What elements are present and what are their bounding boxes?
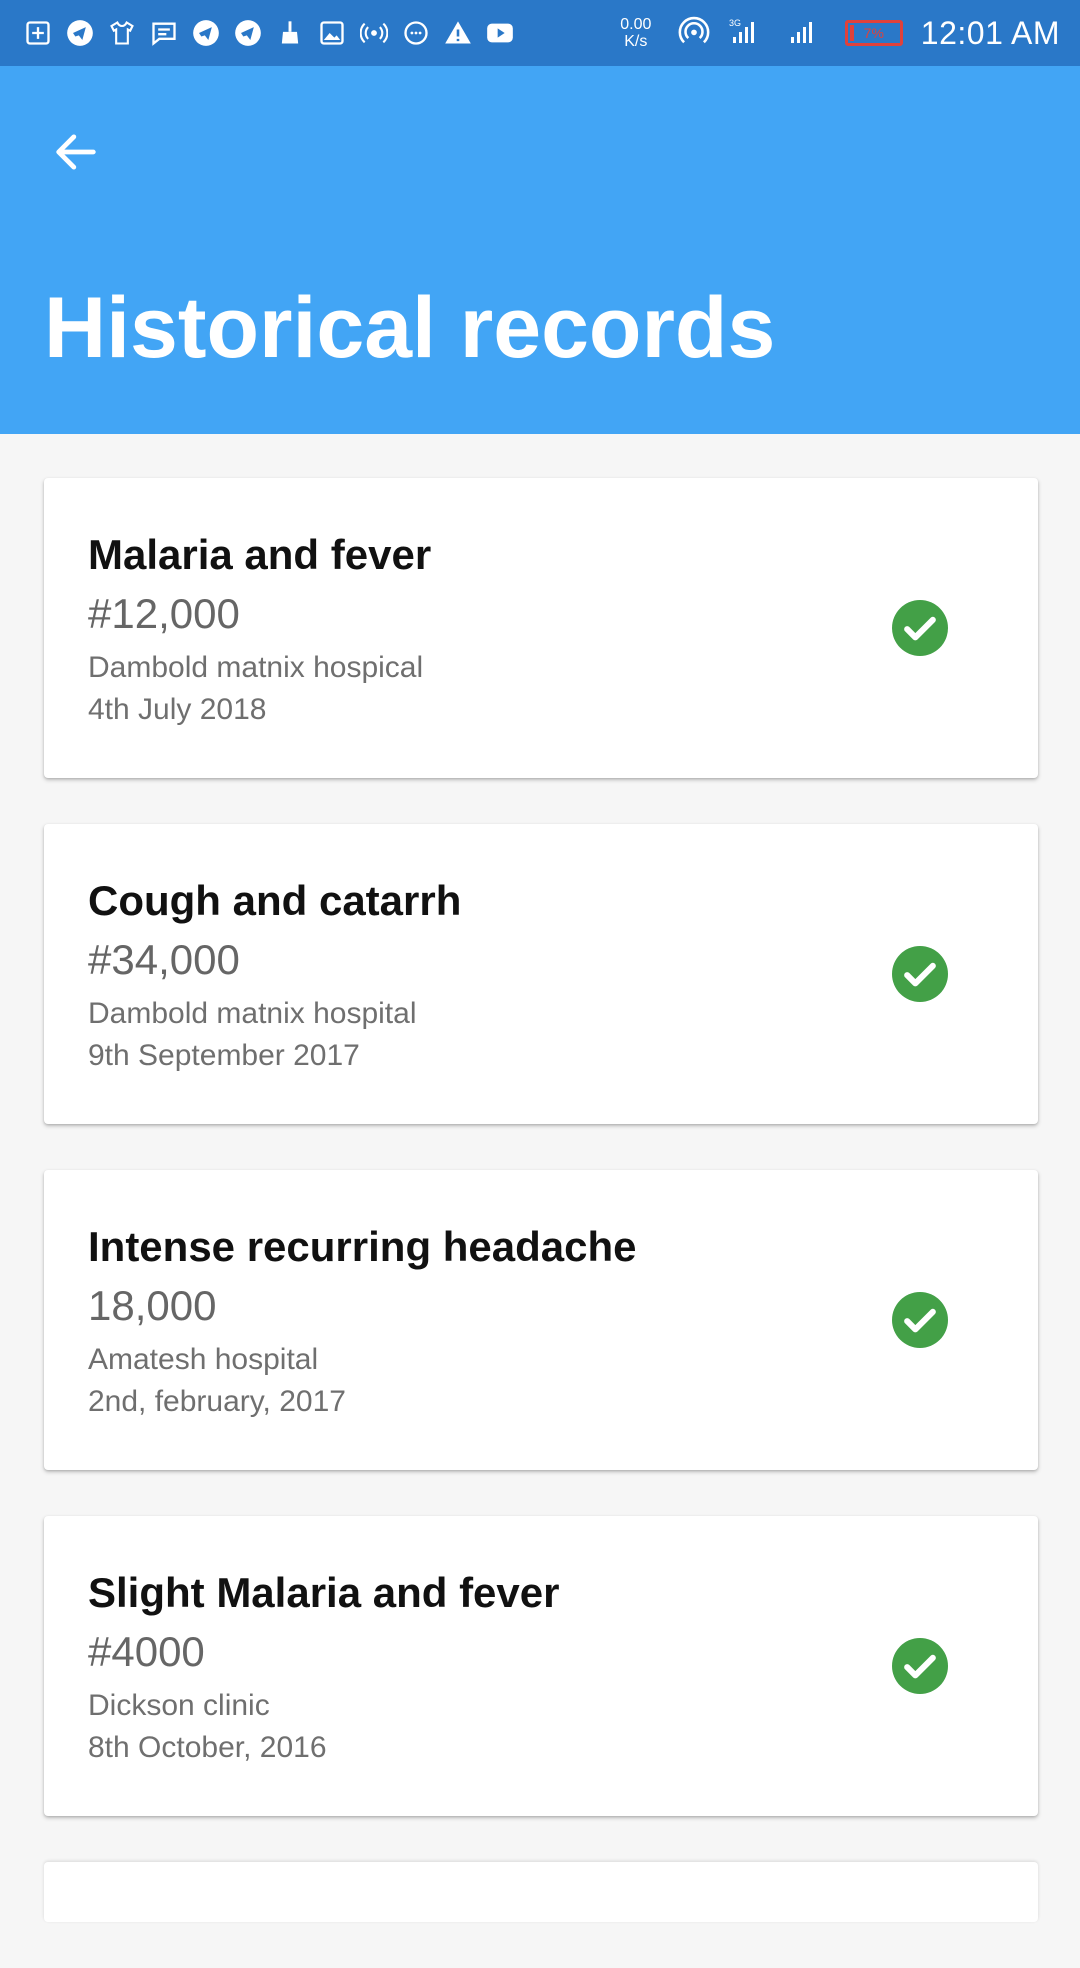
back-button[interactable] xyxy=(40,116,112,188)
record-date: 8th October, 2016 xyxy=(88,1731,327,1764)
network-speed: 0.00 K/s xyxy=(613,16,659,50)
check-circle-icon xyxy=(892,1638,948,1694)
record-card[interactable]: Slight Malaria and fever #4000 Dickson c… xyxy=(44,1516,1038,1816)
plus-box-icon xyxy=(24,19,52,47)
broom-icon xyxy=(276,19,304,47)
message-icon xyxy=(150,19,178,47)
record-date: 4th July 2018 xyxy=(88,693,267,726)
signal-icon: 3G xyxy=(729,17,769,50)
signal-icon xyxy=(787,17,827,50)
check-circle-icon xyxy=(892,946,948,1002)
battery-percent: 7% xyxy=(863,25,884,41)
record-title: Malaria and fever xyxy=(88,531,432,578)
telegram-icon xyxy=(192,19,220,47)
tshirt-icon xyxy=(108,19,136,47)
record-card[interactable]: Intense recurring headache 18,000 Amates… xyxy=(44,1170,1038,1470)
telegram-icon xyxy=(66,19,94,47)
battery-fill xyxy=(849,25,854,41)
notification-icons xyxy=(24,15,514,51)
network-type: 3G xyxy=(729,18,741,28)
system-status: 0.00 K/s 3G 7% 12:01 AM xyxy=(613,10,1060,56)
image-icon xyxy=(318,19,346,47)
youtube-icon xyxy=(486,19,514,47)
broadcast-icon xyxy=(360,19,388,47)
record-date: 9th September 2017 xyxy=(88,1039,360,1072)
record-title: Intense recurring headache xyxy=(88,1223,637,1270)
records-list: Malaria and fever #12,000 Dambold matnix… xyxy=(44,478,1038,1968)
arrow-back-icon xyxy=(56,134,96,170)
record-card-partial[interactable] xyxy=(44,1862,1038,1922)
record-card[interactable]: Cough and catarrh #34,000 Dambold matnix… xyxy=(44,824,1038,1124)
telegram-icon xyxy=(234,19,262,47)
chat-bubble-icon xyxy=(402,19,430,47)
network-speed-value: 0.00 xyxy=(620,16,652,33)
network-speed-unit: K/s xyxy=(624,33,648,50)
record-date: 2nd, february, 2017 xyxy=(88,1385,346,1418)
check-circle-icon xyxy=(892,1292,948,1348)
app-bar: Historical records xyxy=(0,66,1080,434)
battery-icon: 7% xyxy=(844,20,903,46)
hotspot-icon xyxy=(677,14,711,53)
status-clock: 12:01 AM xyxy=(920,14,1060,51)
check-circle-icon xyxy=(892,600,948,656)
page-title: Historical records xyxy=(44,280,776,376)
warning-icon xyxy=(444,19,472,47)
record-card[interactable]: Malaria and fever #12,000 Dambold matnix… xyxy=(44,478,1038,778)
record-title: Cough and catarrh xyxy=(88,877,462,924)
record-title: Slight Malaria and fever xyxy=(88,1569,560,1616)
status-bar: 0.00 K/s 3G 7% 12:01 AM xyxy=(0,0,1080,66)
